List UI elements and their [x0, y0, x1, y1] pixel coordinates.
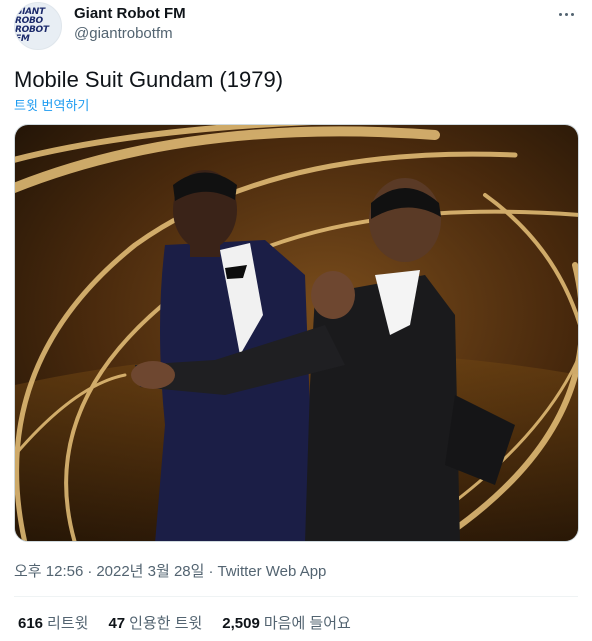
likes-label: 마음에 들어요 [263, 615, 351, 632]
tweet-time[interactable]: 오후 12:56 [14, 563, 83, 580]
display-name[interactable]: Giant Robot FM [74, 5, 186, 22]
meta-separator: · [87, 563, 93, 580]
more-options-button[interactable] [552, 4, 580, 24]
quote-tweets-stat[interactable]: 47 인용한 트윗 [108, 612, 202, 633]
quotes-count: 47 [108, 615, 126, 632]
tweet-text: Mobile Suit Gundam (1979) [14, 67, 284, 92]
translate-tweet-link[interactable]: 트윗 번역하기 [14, 95, 89, 114]
likes-count: 2,509 [222, 615, 260, 632]
meta-separator: · [208, 563, 214, 580]
tweet-source[interactable]: Twitter Web App [217, 563, 326, 580]
photo-illustration [15, 125, 578, 541]
engagement-stats: 616 리트윗 47 인용한 트윗 2,509 마음에 들어요 [18, 612, 351, 633]
retweets-label: 리트윗 [47, 615, 89, 632]
likes-stat[interactable]: 2,509 마음에 들어요 [222, 612, 351, 633]
avatar-logo-line-2: ROBOT FM [15, 25, 49, 44]
more-dot [564, 12, 568, 16]
tweet-photo[interactable] [14, 124, 579, 542]
more-dot [570, 12, 574, 16]
user-handle[interactable]: @giantrobotfm [74, 25, 173, 42]
avatar[interactable]: GIANT ROBO ROBOT FM [14, 2, 62, 50]
tweet-date[interactable]: 2022년 3월 28일 [96, 563, 204, 580]
retweets-stat[interactable]: 616 리트윗 [18, 612, 88, 633]
more-horizontal-icon [558, 12, 562, 16]
avatar-logo-line-1: GIANT ROBO [15, 7, 45, 26]
divider [14, 596, 578, 597]
retweets-count: 616 [18, 615, 44, 632]
quotes-label: 인용한 트윗 [129, 615, 203, 632]
tweet-timestamp: 오후 12:56 · 2022년 3월 28일 · Twitter Web App [14, 560, 326, 581]
